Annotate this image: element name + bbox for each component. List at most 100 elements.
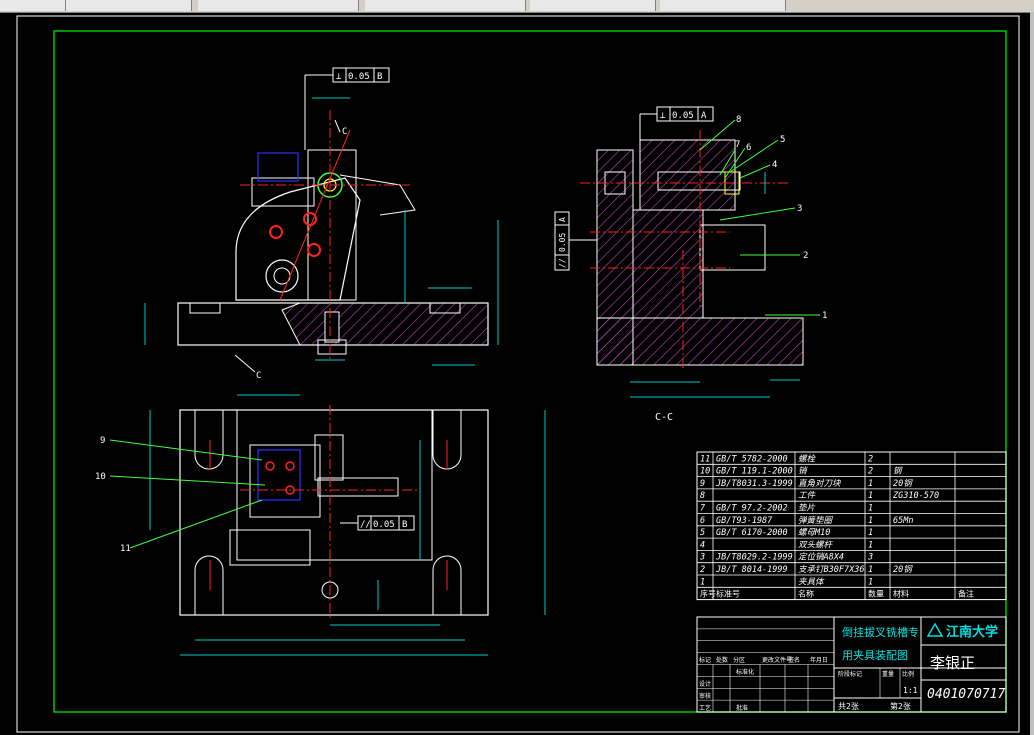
drawing-title-line2: 用夹具装配图 [842, 649, 908, 662]
tolerance-frame-right: ⊥ 0.05 A [639, 106, 714, 140]
svg-text://: // [558, 258, 567, 268]
bom-cell-no: 7 [700, 504, 706, 514]
section-title-cc: C-C [655, 412, 673, 423]
title-block-label: 标记 [699, 656, 711, 664]
bom-header-name: 名称 [798, 589, 814, 599]
bom-cell-no: 9 [700, 479, 705, 489]
svg-text:A: A [701, 111, 707, 121]
callout-11: 11 [120, 544, 131, 554]
bom-cell-no: 2 [700, 565, 705, 575]
bom-cell-no: 11 [700, 454, 710, 464]
school-name: 江南大学 [946, 624, 998, 640]
svg-text:0.05: 0.05 [672, 111, 694, 121]
tolerance-frame-side: // 0.05 A [554, 211, 597, 271]
svg-text:0.05: 0.05 [558, 233, 567, 252]
bom-cell-qty: 1 [868, 479, 873, 489]
front-view: C C [144, 97, 499, 381]
bom-cell-name: 销 [798, 466, 808, 477]
bom-cell-qty: 1 [868, 577, 873, 587]
svg-text:A: A [558, 217, 567, 222]
bom-table: 11 GB/T 5782-2000 螺栓 210 GB/T 119.1-2000 销 2 钢9… [696, 451, 1007, 601]
sheet-total: 共2张 [838, 702, 859, 711]
bom-header-mat: 材料 [893, 589, 909, 599]
section-view-cc: C-C 1 2 3 4 5 6 7 8 [580, 115, 827, 423]
title-block-label: 处数 [716, 656, 728, 664]
bom-cell-no: 6 [700, 516, 705, 526]
bom-cell-name: 弹簧垫圈 [798, 515, 834, 526]
drawing-number: 0401070717 [927, 687, 1005, 702]
bom-cell-qty: 2 [868, 467, 873, 477]
callout-6: 6 [746, 143, 751, 153]
bom-cell-std: JB/T8031.3-1999 [715, 479, 793, 489]
svg-text:⊥: ⊥ [336, 72, 342, 82]
callout-7: 7 [735, 140, 740, 150]
bom-cell-name: 直角对刀块 [798, 478, 841, 489]
bom-cell-qty: 1 [868, 491, 873, 501]
section-mark-c: C [256, 371, 261, 381]
cad-drawing-canvas[interactable]: C C ⊥ 0.05 B C-C 1 2 3 4 5 6 7 8 ⊥ 0.05 … [0, 0, 1030, 735]
title-block-label: 签名 [788, 656, 800, 664]
bom-cell-name: 螺栓 [798, 453, 817, 464]
bom-cell-no: 1 [700, 577, 705, 587]
callout-10: 10 [95, 472, 106, 482]
sheet-border [16, 15, 1020, 733]
bom-cell-name: 垫片 [798, 503, 816, 514]
bom-cell-qty: 1 [868, 540, 873, 550]
school-logo-icon [926, 622, 944, 637]
bom-cell-mat: 钢 [893, 466, 903, 477]
title-block-label: 年月日 [810, 656, 828, 664]
title-block-label: 工艺 [699, 704, 711, 712]
bom-cell-no: 3 [699, 553, 705, 563]
bom-cell-no: 5 [700, 528, 705, 538]
svg-text://: // [360, 520, 371, 530]
callout-8: 8 [736, 115, 741, 125]
bom-cell-name: 工件 [798, 490, 817, 501]
plan-view: 9 10 11 [95, 394, 546, 656]
scrollbar[interactable] [1030, 12, 1034, 735]
callout-5: 5 [780, 135, 785, 145]
bom-header-note: 备注 [958, 589, 974, 599]
bom-cell-qty: 1 [868, 516, 873, 526]
bom-cell-qty: 1 [868, 528, 873, 538]
bom-cell-no: 4 [700, 540, 705, 550]
bom-cell-qty: 2 [868, 454, 873, 464]
bom-cell-qty: 1 [868, 565, 873, 575]
title-block-label: 重量 [882, 670, 894, 678]
title-block-label: 阶段标记 [838, 670, 862, 678]
title-block-label: 标准化 [736, 668, 754, 676]
callout-3: 3 [797, 204, 802, 214]
bom-cell-no: 8 [700, 491, 705, 501]
bom-cell-name: 夹具体 [798, 576, 825, 587]
svg-text:0.05: 0.05 [373, 520, 395, 530]
bom-cell-std: GB/T 119.1-2000 [716, 467, 793, 477]
scale-value: 1:1 [903, 686, 918, 695]
bom-cell-qty: 1 [868, 504, 873, 514]
bom-cell-name: 螺母M10 [798, 527, 830, 538]
callout-1: 1 [822, 311, 827, 321]
bom-cell-mat: ZG310-570 [892, 491, 939, 501]
bom-cell-std: GB/T93-1987 [716, 516, 773, 526]
bom-cell-std: JB/T 8014-1999 [715, 565, 788, 575]
bom-cell-name: 支承钉B30F7X36 [798, 564, 864, 575]
callout-4: 4 [772, 160, 777, 170]
title-block-label: 比例 [902, 670, 914, 678]
bom-cell-std: GB/T 5782-2000 [716, 454, 788, 464]
title-block-label: 分区 [733, 656, 745, 664]
title-block-label: 审核 [699, 692, 711, 700]
title-block-label: 设计 [699, 680, 711, 688]
bom-header-qty: 数量 [868, 589, 884, 599]
bom-cell-std: GB/T 97.2-2002 [716, 504, 788, 514]
section-mark-c-top: C [342, 127, 347, 137]
drawing-frame [53, 30, 1007, 713]
sheet-number: 第2张 [890, 701, 911, 711]
bom-header-std: 标准号 [716, 589, 740, 599]
title-block-label: 批准 [736, 704, 748, 712]
bom-header-no: 序号 [700, 589, 716, 599]
svg-text:⊥: ⊥ [660, 111, 666, 121]
title-block: 标记 处数 分区 更改文件号签名 年月日设计标准化审核工艺 批准阶段标记 重量 比例 倒挂拔叉… [696, 616, 1007, 713]
tolerance-frame-bottom: // 0.05 B [340, 515, 415, 531]
drawing-title-line1: 倒挂拔叉铣槽专 [842, 625, 919, 639]
bom-cell-mat: 20钢 [893, 564, 913, 575]
bom-cell-no: 10 [700, 467, 710, 477]
bom-cell-name: 定位销A8X4 [798, 552, 844, 563]
